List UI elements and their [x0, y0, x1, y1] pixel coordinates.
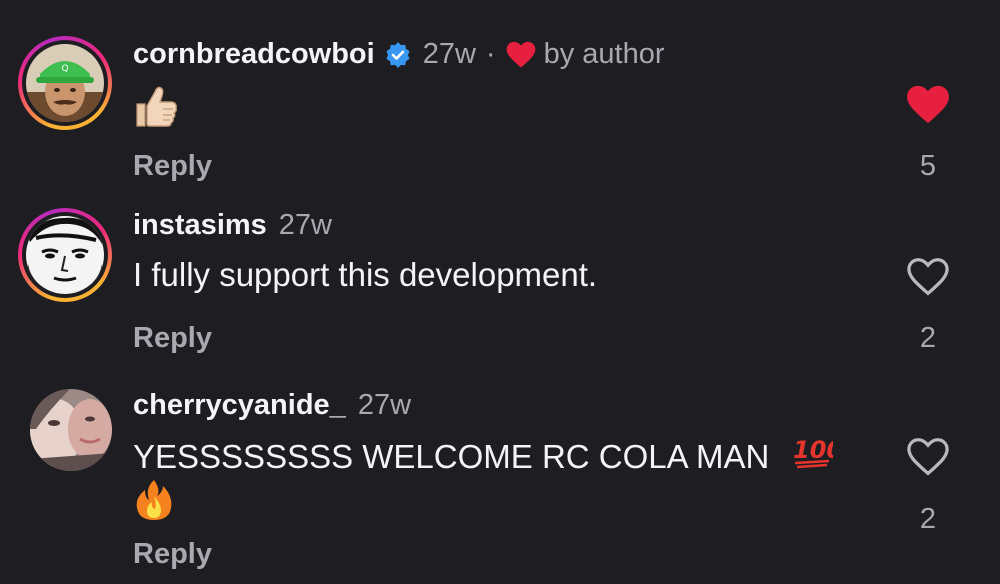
svg-text:100: 100 — [793, 436, 833, 464]
verified-badge-icon — [385, 41, 411, 68]
comment-age: 27w — [357, 389, 412, 421]
comment-text: I fully support this development. — [133, 256, 598, 293]
thumbs-up-icon — [133, 84, 179, 138]
hundred-points-icon: 100 — [793, 436, 843, 478]
by-author-label: by author — [543, 38, 665, 70]
comment-header: instasims 27w — [133, 209, 332, 242]
heart-outline-icon[interactable] — [906, 257, 950, 297]
comment-text-content: YESSSSSSSS WELCOME RC COLA MAN — [133, 438, 770, 475]
svg-text:Q: Q — [61, 64, 68, 74]
like-count: 2 — [919, 503, 937, 535]
username[interactable]: cherrycyanide_ — [133, 389, 346, 422]
story-ring[interactable] — [18, 208, 112, 302]
like-count: 2 — [919, 322, 937, 354]
comment-text — [133, 84, 179, 138]
comment-age: 27w — [278, 209, 332, 241]
comment-text-line2 — [133, 478, 175, 530]
story-ring[interactable]: Q — [18, 36, 112, 130]
fire-icon — [133, 478, 175, 530]
comment-text: YESSSSSSSS WELCOME RC COLA MAN 100 — [133, 436, 843, 478]
username[interactable]: instasims — [133, 209, 267, 242]
reply-button[interactable]: Reply — [133, 322, 212, 355]
reply-button[interactable]: Reply — [133, 538, 212, 571]
separator: · — [485, 38, 496, 70]
avatar[interactable] — [30, 389, 112, 471]
reply-button[interactable]: Reply — [133, 150, 212, 183]
comment-header: cornbreadcowboi 27w · by author — [133, 38, 665, 71]
heart-filled-icon[interactable] — [906, 85, 950, 125]
author-heart-icon — [506, 41, 536, 69]
like-count: 5 — [919, 150, 937, 182]
avatar[interactable]: Q — [26, 44, 104, 122]
comment-age: 27w — [422, 38, 476, 70]
username[interactable]: cornbreadcowboi — [133, 38, 375, 71]
avatar[interactable] — [26, 216, 104, 294]
heart-outline-icon[interactable] — [906, 437, 950, 477]
comment-header: cherrycyanide_ 27w — [133, 389, 411, 422]
